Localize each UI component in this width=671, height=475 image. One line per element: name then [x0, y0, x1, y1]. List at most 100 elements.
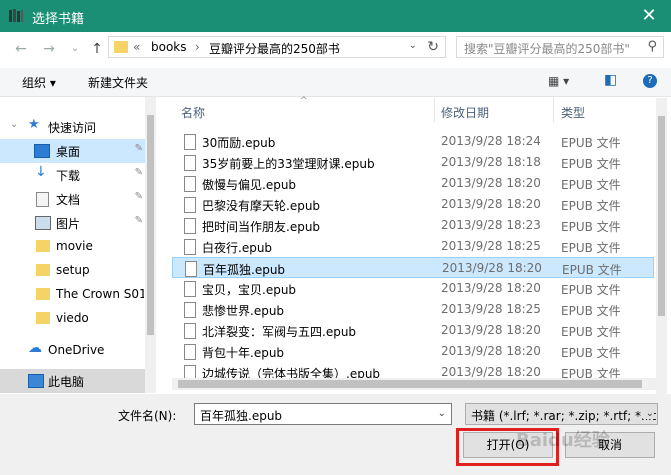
breadcrumb-books[interactable]: books [151, 40, 187, 54]
folder-icon [36, 264, 50, 276]
folder-icon [36, 288, 50, 300]
help-icon[interactable]: ? [643, 74, 657, 88]
column-type[interactable]: 类型 [561, 104, 585, 128]
forward-icon[interactable]: → [40, 40, 58, 58]
chevron-down-icon[interactable]: ⌄ [438, 408, 446, 419]
file-name: 白夜行.epub [202, 241, 273, 255]
horizontal-scrollbar[interactable] [172, 378, 656, 390]
file-type: EPUB 文件 [561, 283, 621, 297]
file-name: 背包十年.epub [202, 346, 285, 360]
nav-quick-access[interactable]: ⌄ ★ 快速访问 [0, 115, 145, 139]
nav-folder-the-crown[interactable]: The Crown S01 [0, 283, 145, 307]
file-row[interactable]: 边城传说（完体书版全集）.epub 2013/9/28 18:20 EPUB 文件 [172, 362, 654, 378]
column-name[interactable]: 名称 [181, 104, 205, 128]
breadcrumb-current[interactable]: 豆瓣评分最高的250部书 [209, 40, 340, 57]
file-icon [184, 281, 196, 297]
quick-access-label: 快速访问 [48, 121, 97, 135]
file-date: 2013/9/28 18:20 [441, 365, 541, 378]
scrollbar-thumb[interactable] [658, 116, 665, 316]
file-type-filter[interactable]: 书籍 (*.lrf; *.rar; *.zip; *.rtf; *.lit; ⌄ [465, 403, 658, 425]
file-name: 百年孤独.epub [203, 263, 286, 277]
nav-folder-setup[interactable]: setup [0, 259, 145, 283]
file-type: EPUB 文件 [561, 220, 621, 234]
search-icon[interactable]: ⚲ [647, 39, 657, 54]
nav-folder-movie[interactable]: movie [0, 235, 145, 259]
up-icon[interactable]: ↑ [88, 40, 106, 58]
address-dropdown-icon[interactable]: ⌄ [409, 40, 417, 51]
chevron-down-icon[interactable]: ⌄ [642, 408, 654, 419]
column-divider[interactable] [434, 98, 435, 122]
search-input[interactable]: 搜索"豆瓣评分最高的250部书" [464, 40, 630, 57]
new-folder-button[interactable]: 新建文件夹 [88, 74, 148, 91]
filename-input[interactable]: 百年孤独.epub ⌄ [194, 403, 452, 425]
file-row[interactable]: 傲慢与偏见.epub 2013/9/28 18:20 EPUB 文件 [172, 173, 654, 194]
vertical-scrollbar[interactable] [656, 98, 667, 395]
file-row[interactable]: 白夜行.epub 2013/9/28 18:25 EPUB 文件 [172, 236, 654, 257]
breadcrumb-overflow[interactable]: « [133, 40, 140, 54]
nav-folder-viedo[interactable]: viedo [0, 307, 145, 331]
search-box[interactable]: 搜索"豆瓣评分最高的250部书" ⚲ [456, 36, 664, 58]
file-date: 2013/9/28 18:23 [441, 218, 541, 232]
file-row[interactable]: 巴黎没有摩天轮.epub 2013/9/28 18:20 EPUB 文件 [172, 194, 654, 215]
file-type: EPUB 文件 [561, 178, 621, 192]
file-type: EPUB 文件 [561, 241, 621, 255]
filename-value[interactable]: 百年孤独.epub [200, 407, 282, 424]
file-date: 2013/9/28 18:18 [441, 155, 541, 169]
file-icon [184, 134, 196, 150]
file-row-selected[interactable]: 百年孤独.epub 2013/9/28 18:20 EPUB 文件 [172, 257, 654, 278]
cloud-icon: ☁ [28, 340, 42, 356]
file-row[interactable]: 背包十年.epub 2013/9/28 18:20 EPUB 文件 [172, 341, 654, 362]
file-icon [184, 344, 196, 360]
file-row[interactable]: 宝贝，宝贝.epub 2013/9/28 18:20 EPUB 文件 [172, 278, 654, 299]
breadcrumb-arrow-icon[interactable]: › [195, 40, 200, 54]
view-options-icon[interactable]: ▦ ▾ [548, 74, 569, 88]
nav-this-pc[interactable]: 此电脑 [0, 369, 145, 393]
nav-label: 下载 [56, 169, 81, 183]
file-date: 2013/9/28 18:25 [441, 239, 541, 253]
file-row[interactable]: 悲惨世界.epub 2013/9/28 18:25 EPUB 文件 [172, 299, 654, 320]
file-type: EPUB 文件 [561, 346, 621, 360]
file-row[interactable]: 把时间当作朋友.epub 2013/9/28 18:23 EPUB 文件 [172, 215, 654, 236]
nav-desktop[interactable]: 桌面 ✎ [0, 139, 145, 163]
scrollbar-thumb[interactable] [147, 115, 154, 335]
address-bar[interactable]: « books › 豆瓣评分最高的250部书 ⌄ ↻ [108, 36, 446, 58]
books-icon [9, 9, 23, 22]
file-icon [184, 323, 196, 339]
file-date: 2013/9/28 18:20 [441, 176, 541, 190]
scrollbar-thumb[interactable] [178, 380, 642, 388]
close-button[interactable]: ✕ [627, 0, 671, 32]
nav-label: 桌面 [56, 145, 81, 159]
file-row[interactable]: 30而励.epub 2013/9/28 18:24 EPUB 文件 [172, 131, 654, 152]
back-icon[interactable]: ← [12, 40, 30, 58]
file-type: EPUB 文件 [561, 157, 621, 171]
file-row[interactable]: 北洋裂变：军阀与五四.epub 2013/9/28 18:20 EPUB 文件 [172, 320, 654, 341]
file-name: 悲惨世界.epub [202, 304, 285, 318]
file-type: EPUB 文件 [561, 367, 621, 378]
nav-label: viedo [56, 311, 89, 325]
file-type: EPUB 文件 [562, 263, 622, 277]
column-date[interactable]: 修改日期 [441, 104, 489, 128]
nav-pictures[interactable]: 图片 ✎ [0, 211, 145, 235]
chevron-down-icon[interactable]: ⌄ [10, 119, 18, 130]
file-name: 把时间当作朋友.epub [202, 220, 321, 234]
file-icon [184, 239, 196, 255]
preview-pane-icon[interactable]: ◧ [604, 72, 617, 88]
nav-label: The Crown S01 [56, 287, 144, 301]
toolbar: 组织 ▾ 新建文件夹 ▦ ▾ ◧ ? [0, 68, 671, 97]
file-name: 巴黎没有摩天轮.epub [202, 199, 321, 213]
column-divider[interactable] [553, 98, 554, 122]
navigation-pane: ⌄ ★ 快速访问 桌面 ✎ ↓ 下载 ✎ 文档 ✎ 图片 ✎ movie set… [0, 97, 156, 393]
star-icon: ★ [28, 117, 40, 132]
filter-value[interactable]: 书籍 (*.lrf; *.rar; *.zip; *.rtf; *.lit; [471, 407, 657, 424]
recent-dropdown-icon[interactable]: ⌄ [66, 40, 84, 58]
nav-scrollbar[interactable] [145, 97, 156, 393]
file-date: 2013/9/28 18:20 [442, 261, 542, 275]
title-bar: 选择书籍 ✕ [0, 0, 671, 32]
pictures-icon [35, 216, 51, 230]
organize-button[interactable]: 组织 ▾ [22, 74, 56, 91]
nav-onedrive[interactable]: ☁ OneDrive [0, 339, 145, 363]
refresh-icon[interactable]: ↻ [427, 39, 439, 55]
file-row[interactable]: 35岁前要上的33堂理财课.epub 2013/9/28 18:18 EPUB 文件 [172, 152, 654, 173]
nav-downloads[interactable]: ↓ 下载 ✎ [0, 163, 145, 187]
nav-documents[interactable]: 文档 ✎ [0, 187, 145, 211]
